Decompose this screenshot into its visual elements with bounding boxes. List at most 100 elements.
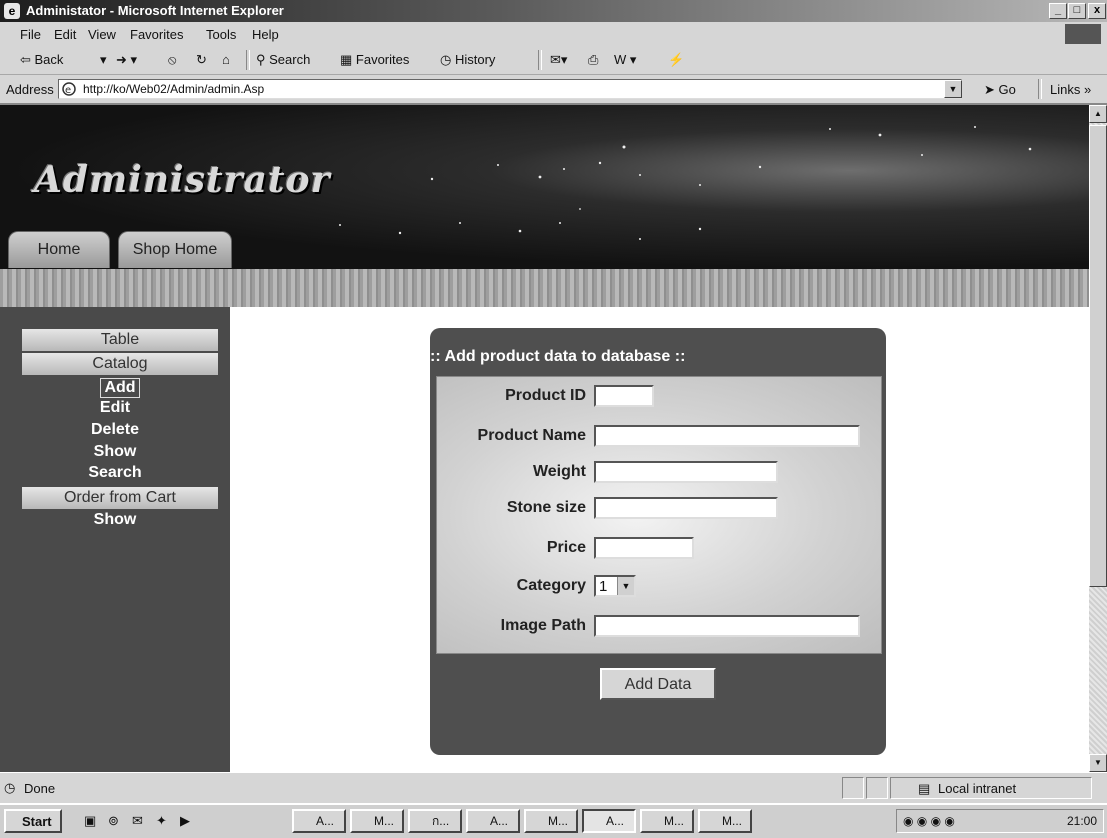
scrollbar-thumb[interactable] bbox=[1089, 125, 1107, 587]
admin-sidebar: Table Catalog Add Edit Delete Show Searc… bbox=[0, 307, 230, 772]
security-zone-label: Local intranet bbox=[938, 781, 1017, 796]
home-icon[interactable]: ⌂ bbox=[222, 52, 230, 67]
ie-app-icon: e bbox=[4, 3, 20, 19]
links-button[interactable]: Links » bbox=[1050, 82, 1091, 97]
media-play-icon[interactable]: ▶ bbox=[180, 813, 196, 829]
print-icon[interactable]: ⎙ bbox=[588, 52, 598, 68]
category-value: 1 bbox=[599, 578, 608, 595]
close-button[interactable]: x bbox=[1088, 3, 1106, 19]
tray-icons[interactable]: ◉ ◉ ◉ ◉ bbox=[903, 814, 955, 828]
messenger-icon[interactable]: ⚡ bbox=[668, 52, 684, 68]
tab-shop-home[interactable]: Shop Home bbox=[118, 231, 232, 268]
taskbar-button[interactable]: M... bbox=[350, 809, 404, 833]
refresh-icon[interactable]: ↻ bbox=[196, 52, 207, 68]
menu-help[interactable]: Help bbox=[252, 27, 279, 42]
status-cell bbox=[842, 777, 864, 799]
status-cell bbox=[866, 777, 888, 799]
label-category: Category bbox=[516, 577, 586, 594]
stop-icon[interactable]: ⦸ bbox=[168, 52, 176, 68]
taskbar-button[interactable]: A... bbox=[466, 809, 520, 833]
mail-icon[interactable]: ✉▾ bbox=[550, 52, 567, 68]
weight-input[interactable] bbox=[594, 461, 778, 483]
sidebar-link-order-show[interactable]: Show bbox=[0, 511, 230, 529]
image-path-input[interactable] bbox=[594, 615, 860, 637]
label-price: Price bbox=[546, 539, 586, 556]
address-input[interactable]: e http://ko/Web02/Admin/admin.Asp bbox=[58, 79, 962, 99]
menu-bar: File Edit View Favorites Tools Help bbox=[0, 22, 1107, 47]
form-fields-panel: Product ID Product Name Weight Stone siz… bbox=[436, 376, 882, 654]
window-title: Administator - Microsoft Internet Explor… bbox=[26, 3, 284, 18]
scroll-up-icon[interactable]: ▲ bbox=[1089, 105, 1107, 123]
search-label: Search bbox=[269, 52, 311, 67]
favorites-button[interactable]: ▦ Favorites bbox=[340, 52, 409, 68]
svg-text:e: e bbox=[65, 85, 71, 96]
label-weight: Weight bbox=[532, 463, 586, 480]
chevron-down-icon[interactable]: ▼ bbox=[617, 577, 634, 595]
desktop-icon[interactable]: ▣ bbox=[84, 813, 100, 829]
menu-tools[interactable]: Tools bbox=[206, 27, 236, 42]
sidebar-link-delete[interactable]: Delete bbox=[0, 421, 230, 439]
taskbar-button[interactable]: A... bbox=[292, 809, 346, 833]
label-image-path: Image Path bbox=[500, 617, 586, 634]
sidebar-heading-catalog: Catalog bbox=[22, 353, 218, 375]
taskbar: Start ▣ ⊚ ✉ ✦ ▶ A... M... ก... A... M...… bbox=[0, 803, 1107, 838]
taskbar-button[interactable]: M... bbox=[640, 809, 694, 833]
taskbar-button[interactable]: ก... bbox=[408, 809, 462, 833]
menu-favorites[interactable]: Favorites bbox=[130, 27, 183, 42]
history-button[interactable]: ◷ History bbox=[440, 52, 495, 68]
history-label: History bbox=[454, 52, 496, 67]
banner-title: Administrator bbox=[34, 159, 331, 201]
favorites-label: Favorites bbox=[355, 52, 410, 67]
start-button[interactable]: Start bbox=[4, 809, 62, 833]
system-tray: ◉ ◉ ◉ ◉ 21:00 bbox=[896, 809, 1104, 833]
sidebar-link-show[interactable]: Show bbox=[0, 443, 230, 461]
taskbar-button[interactable]: M... bbox=[524, 809, 578, 833]
go-label: Go bbox=[998, 82, 1016, 97]
history-icon: ◷ bbox=[440, 52, 455, 67]
search-button[interactable]: ⚲ Search bbox=[256, 52, 310, 68]
address-dropdown-icon[interactable]: ▼ bbox=[944, 80, 962, 98]
back-button[interactable]: ⇦ Back bbox=[20, 52, 63, 68]
stone-size-input[interactable] bbox=[594, 497, 778, 519]
taskbar-button-active[interactable]: A... bbox=[582, 809, 636, 833]
product-id-input[interactable] bbox=[594, 385, 654, 407]
sidebar-heading-order: Order from Cart bbox=[22, 487, 218, 509]
add-data-button[interactable]: Add Data bbox=[600, 668, 716, 700]
channels-icon[interactable]: ✦ bbox=[156, 813, 172, 829]
search-icon: ⚲ bbox=[256, 52, 270, 67]
clock: 21:00 bbox=[1066, 814, 1097, 828]
product-name-input[interactable] bbox=[594, 425, 860, 447]
web-page: Administrator Home Shop Home Table Catal… bbox=[0, 105, 1089, 772]
vertical-scrollbar[interactable]: ▲ ▼ bbox=[1089, 105, 1107, 772]
minimize-button[interactable]: _ bbox=[1049, 3, 1067, 19]
outlook-icon[interactable]: ✉ bbox=[132, 813, 148, 829]
edit-word-icon[interactable]: W ▾ bbox=[614, 52, 636, 68]
scroll-down-icon[interactable]: ▼ bbox=[1089, 754, 1107, 772]
price-input[interactable] bbox=[594, 537, 694, 559]
taskbar-button[interactable]: M... bbox=[698, 809, 752, 833]
form-heading: :: Add product data to database :: bbox=[430, 348, 686, 365]
page-icon: e bbox=[62, 82, 76, 96]
sidebar-link-search[interactable]: Search bbox=[0, 464, 230, 482]
tab-home[interactable]: Home bbox=[8, 231, 110, 268]
favorites-icon: ▦ bbox=[340, 52, 356, 67]
menu-view[interactable]: View bbox=[88, 27, 116, 42]
category-select[interactable]: 1 ▼ bbox=[594, 575, 636, 597]
sidebar-link-add[interactable]: Add bbox=[100, 378, 140, 398]
back-dropdown-icon[interactable]: ▾ bbox=[100, 52, 107, 68]
window-title-bar: e Administator - Microsoft Internet Expl… bbox=[0, 0, 1107, 22]
sidebar-heading-table: Table bbox=[22, 329, 218, 351]
label-product-id: Product ID bbox=[505, 387, 586, 404]
address-bar: Address e http://ko/Web02/Admin/admin.As… bbox=[0, 75, 1107, 105]
forward-button[interactable]: ➜ ▾ bbox=[116, 52, 137, 68]
maximize-button[interactable]: □ bbox=[1068, 3, 1086, 19]
sidebar-link-edit[interactable]: Edit bbox=[0, 399, 230, 417]
menu-edit[interactable]: Edit bbox=[54, 27, 76, 42]
toolbar-separator bbox=[246, 50, 250, 70]
status-bar: ◷ Done ▤ Local intranet bbox=[0, 772, 1107, 803]
ie-quicklaunch-icon[interactable]: ⊚ bbox=[108, 813, 124, 829]
menu-file[interactable]: File bbox=[20, 27, 41, 42]
page-done-icon: ◷ bbox=[4, 780, 16, 795]
decorative-band bbox=[0, 269, 1089, 307]
go-button[interactable]: ➤ Go bbox=[984, 82, 1016, 98]
